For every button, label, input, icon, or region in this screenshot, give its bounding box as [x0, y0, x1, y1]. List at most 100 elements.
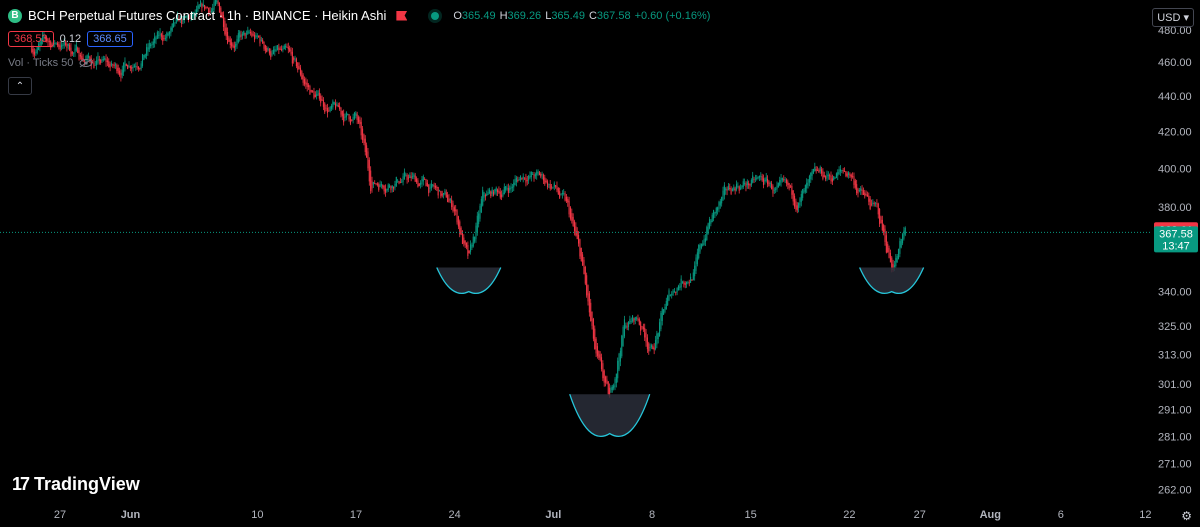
candle-body [613, 385, 615, 389]
tradingview-logo[interactable]: 17 TradingView [12, 474, 140, 495]
candle-body [694, 265, 696, 277]
candle-body [754, 178, 756, 180]
time-tick-label: Jul [545, 509, 561, 521]
candle-body [375, 183, 377, 185]
candle-body [758, 176, 761, 178]
candle-body [436, 186, 438, 188]
candle-body [784, 179, 786, 181]
candle-body [258, 35, 260, 37]
candle-body [588, 293, 590, 313]
settings-gear-icon[interactable]: ⚙ [1181, 509, 1192, 523]
candle-body [294, 58, 296, 60]
candle-body [475, 225, 477, 240]
candle-body [494, 189, 496, 194]
candle-body [549, 184, 551, 189]
candle-body [579, 239, 581, 257]
candle-body [295, 58, 297, 67]
candle-body [722, 190, 724, 201]
candle-body [425, 179, 427, 187]
candle-body [741, 185, 743, 189]
candle-body [461, 231, 464, 244]
candle-body [479, 205, 481, 219]
candle-body [804, 185, 806, 192]
candle-body [241, 33, 243, 36]
candle-body [247, 30, 249, 34]
symbol-title[interactable]: BCH Perpetual Futures Contract · 1h · BI… [28, 8, 386, 23]
candle-body [228, 37, 230, 42]
candle-body [880, 216, 882, 224]
candle-body [449, 199, 451, 201]
time-tick-label: 12 [1139, 509, 1151, 521]
candle-body [565, 196, 567, 202]
candle-body [679, 286, 681, 288]
candle-body [306, 83, 308, 87]
candle-body [657, 332, 659, 339]
candle-body [764, 179, 766, 182]
candle-body [120, 72, 122, 78]
chart-canvas[interactable]: 368.61367.5813:47 480.00460.00440.00420.… [0, 0, 1200, 527]
candle-body [486, 193, 488, 196]
candle-body [151, 44, 153, 46]
candle-body [362, 128, 364, 141]
eye-hidden-icon[interactable] [79, 58, 93, 68]
candle-body [636, 317, 638, 319]
candle-body [644, 327, 646, 338]
candle-body [305, 81, 307, 85]
candle-body [249, 31, 252, 34]
candle-body [881, 219, 883, 231]
collapse-legend-button[interactable]: ⌃ [8, 77, 32, 95]
candle-body [803, 190, 805, 194]
candle-body [233, 45, 235, 49]
candle-body [290, 49, 292, 54]
candle-body [903, 230, 905, 239]
candle-body [363, 134, 365, 144]
candle-body [540, 173, 542, 177]
candle-body [353, 112, 356, 119]
candle-body [524, 177, 526, 179]
candle-body [856, 184, 858, 194]
candle-body [156, 32, 158, 39]
candle-body [659, 322, 661, 336]
candle-body [460, 227, 462, 235]
candle-body [773, 189, 775, 191]
candle-body [202, 4, 204, 6]
candle-body [397, 180, 399, 182]
candle-body [313, 91, 315, 99]
candle-body [895, 257, 897, 267]
candle-body [595, 338, 597, 354]
candle-body [536, 171, 538, 176]
candle-body [384, 188, 387, 193]
buy-price-button[interactable]: 368.65 [87, 31, 133, 47]
candle-body [421, 179, 423, 184]
candle-body [71, 51, 73, 54]
candle-body [340, 107, 342, 115]
time-tick-label: 6 [1058, 509, 1064, 521]
candle-body [762, 178, 765, 186]
candle-body [443, 193, 445, 195]
candle-body [529, 175, 531, 179]
tradingview-logo-text: TradingView [34, 474, 140, 494]
candle-body [314, 94, 316, 98]
candle-body [162, 35, 164, 42]
candle-body [795, 201, 797, 210]
candle-body [343, 113, 345, 123]
candle-body [827, 174, 829, 176]
candle-body [299, 67, 302, 75]
candle-body [139, 67, 141, 70]
candle-body [750, 179, 752, 186]
candle-body [441, 193, 443, 196]
candle-body [569, 207, 572, 219]
candle-body [776, 185, 778, 190]
candle-body [866, 194, 869, 197]
candle-body [873, 203, 875, 205]
flag-icon[interactable] [396, 10, 408, 21]
candle-body [902, 234, 904, 244]
sell-price-button[interactable]: 368.53 [8, 31, 54, 47]
candle-body [899, 241, 901, 254]
candle-body [737, 186, 739, 187]
currency-selector[interactable]: USD ▾ [1152, 8, 1194, 27]
candle-body [783, 179, 785, 181]
indicator-legend[interactable]: Vol · Ticks 50 [8, 57, 93, 69]
candle-body [406, 175, 408, 181]
candle-body [885, 235, 887, 253]
